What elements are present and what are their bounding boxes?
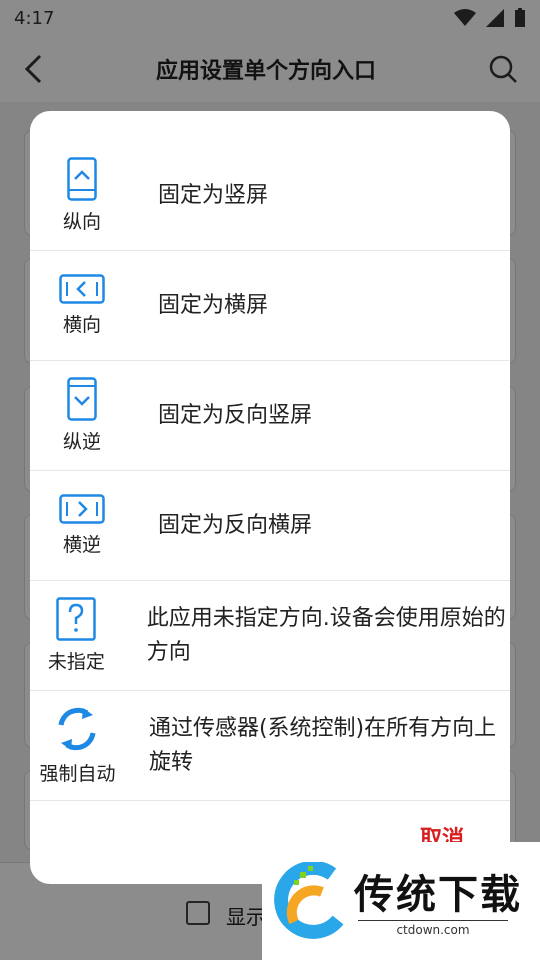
option-landscape[interactable]: 横向 固定为横屏	[30, 251, 510, 361]
option-unspecified[interactable]: 未指定 此应用未指定方向.设备会使用原始的方向	[30, 581, 510, 691]
option-description: 固定为竖屏	[158, 182, 269, 208]
option-description: 通过传感器(系统控制)在所有方向上旋转	[148, 715, 497, 775]
question-phone-icon	[56, 597, 97, 641]
watermark-url: ctdown.com	[358, 920, 508, 937]
reverse-portrait-phone-icon	[67, 377, 97, 421]
watermark-brand: 传统下载	[354, 872, 522, 918]
watermark-logo-icon	[274, 862, 344, 939]
option-portrait[interactable]: 纵向 固定为竖屏	[30, 141, 510, 251]
portrait-phone-icon	[67, 157, 97, 201]
option-label: 横逆	[62, 534, 101, 556]
option-description: 固定为反向竖屏	[158, 402, 313, 428]
option-label: 强制自动	[39, 763, 116, 785]
landscape-phone-icon	[59, 274, 105, 304]
option-label: 纵向	[62, 211, 101, 233]
option-reverse-portrait[interactable]: 纵逆 固定为反向竖屏	[30, 361, 510, 471]
option-description: 固定为反向横屏	[158, 512, 313, 538]
auto-rotate-icon	[58, 707, 96, 751]
option-description: 固定为横屏	[158, 292, 269, 318]
watermark: 传统下载 ctdown.com	[262, 842, 540, 960]
option-description: 此应用未指定方向.设备会使用原始的方向	[146, 605, 506, 665]
reverse-landscape-phone-icon	[59, 494, 105, 524]
option-label: 未指定	[47, 651, 105, 673]
option-label: 纵逆	[62, 431, 101, 453]
option-auto-rotate[interactable]: 强制自动 通过传感器(系统控制)在所有方向上旋转	[30, 691, 510, 801]
orientation-dialog: 纵向 固定为竖屏 横向 固定为横屏 纵逆 固定为反向竖屏 横逆 固定为反向横屏 …	[30, 111, 510, 884]
option-reverse-landscape[interactable]: 横逆 固定为反向横屏	[30, 471, 510, 581]
option-label: 横向	[62, 314, 101, 336]
